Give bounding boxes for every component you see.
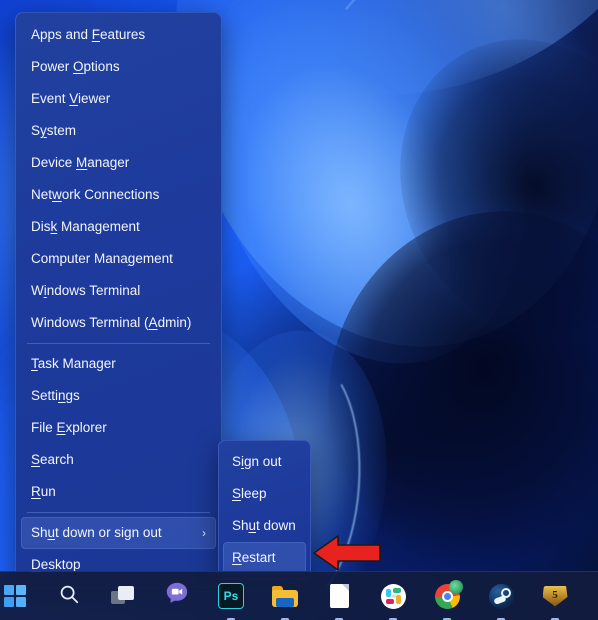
- chat-button[interactable]: [159, 578, 195, 614]
- menu-separator: [27, 343, 210, 344]
- menu-item-disk-management[interactable]: Disk Management: [21, 211, 216, 243]
- menu-item-label: Shut down or sign out: [31, 525, 162, 540]
- submenu-item-label: Sleep: [232, 486, 267, 501]
- edge-button[interactable]: [591, 578, 598, 614]
- menu-item-label: Network Connections: [31, 187, 160, 202]
- accelerator-key: u: [47, 525, 56, 540]
- menu-item-windows-terminal-admin[interactable]: Windows Terminal (Admin): [21, 307, 216, 339]
- menu-item-task-manager[interactable]: Task Manager: [21, 348, 216, 380]
- accelerator-key: R: [31, 484, 41, 499]
- submenu-item-sleep[interactable]: Sleep: [223, 478, 306, 510]
- menu-item-label: Event Viewer: [31, 91, 111, 106]
- accelerator-key: E: [56, 420, 66, 435]
- menu-item-label: Apps and Features: [31, 27, 146, 42]
- menu-item-label: Windows Terminal (Admin): [31, 315, 192, 330]
- menu-item-device-manager[interactable]: Device Manager: [21, 147, 216, 179]
- steam-icon: [488, 583, 514, 609]
- menu-item-search[interactable]: Search: [21, 444, 216, 476]
- menu-item-label: Search: [31, 452, 74, 467]
- menu-separator: [27, 512, 210, 513]
- menu-item-windows-terminal[interactable]: Windows Terminal: [21, 275, 216, 307]
- accelerator-key: w: [52, 187, 62, 202]
- taskbar-icon-strip: Ps 5: [0, 578, 598, 620]
- accelerator-key: O: [73, 59, 84, 74]
- win-x-power-user-menu[interactable]: Apps and Features Power Options Event View…: [15, 12, 222, 588]
- menu-item-label: System: [31, 123, 77, 138]
- submenu-item-shut-down[interactable]: Shut down: [223, 510, 306, 542]
- game-button[interactable]: 5: [537, 578, 573, 620]
- gold-badge-icon: 5: [542, 585, 568, 607]
- menu-item-system[interactable]: System: [21, 115, 216, 147]
- slack-button[interactable]: [375, 578, 411, 620]
- submenu-item-label: Shut down: [232, 518, 296, 533]
- accelerator-key: D: [31, 557, 41, 572]
- menu-item-run[interactable]: Run: [21, 476, 216, 508]
- accelerator-key: g: [127, 251, 136, 266]
- folder-icon: [272, 585, 298, 607]
- menu-item-computer-management[interactable]: Computer Management: [21, 243, 216, 275]
- accelerator-key: k: [50, 219, 58, 234]
- wallpaper-shadow: [352, 0, 598, 377]
- menu-item-label: Desktop: [31, 557, 81, 572]
- menu-item-label: File Explorer: [31, 420, 107, 435]
- wallpaper-ribbon-edge: [289, 0, 598, 363]
- accelerator-key: M: [76, 155, 88, 170]
- accelerator-key: n: [58, 388, 66, 403]
- document-icon: [329, 584, 349, 608]
- accelerator-key: S: [232, 486, 242, 501]
- submenu-item-label: Restart: [232, 550, 276, 565]
- search-icon: [58, 583, 80, 610]
- accelerator-key: i: [43, 283, 47, 298]
- chat-video-icon: [164, 581, 190, 612]
- windows-logo-icon: [4, 585, 26, 607]
- submenu-item-restart[interactable]: Restart: [223, 542, 306, 574]
- accelerator-key: T: [31, 356, 38, 371]
- menu-item-label: Windows Terminal: [31, 283, 141, 298]
- task-view-button[interactable]: [105, 578, 141, 614]
- taskbar[interactable]: Ps 5: [0, 571, 598, 620]
- accelerator-key: u: [248, 518, 257, 533]
- menu-item-event-viewer[interactable]: Event Viewer: [21, 83, 216, 115]
- red-arrow-annotation-icon: [313, 535, 381, 571]
- menu-item-shut-down-or-sign-out[interactable]: Shut down or sign out ›: [21, 517, 216, 549]
- accelerator-key: R: [232, 550, 242, 565]
- menu-item-label: Task Manager: [31, 356, 116, 371]
- steam-button[interactable]: [483, 578, 519, 620]
- shut-down-or-sign-out-submenu[interactable]: Sign out Sleep Shut down Restart: [218, 440, 311, 580]
- accelerator-key: V: [69, 91, 79, 106]
- slack-icon: [380, 583, 406, 609]
- accelerator-key: y: [40, 123, 47, 138]
- menu-item-label: Power Options: [31, 59, 120, 74]
- file-explorer-button[interactable]: [267, 578, 303, 620]
- menu-item-power-options[interactable]: Power Options: [21, 51, 216, 83]
- task-view-icon: [111, 586, 135, 606]
- menu-item-label: Run: [31, 484, 56, 499]
- menu-item-label: Device Manager: [31, 155, 130, 170]
- menu-item-settings[interactable]: Settings: [21, 380, 216, 412]
- photoshop-icon: Ps: [218, 583, 244, 609]
- accelerator-key: i: [241, 454, 245, 469]
- accelerator-key: F: [91, 27, 101, 42]
- chevron-right-icon: ›: [202, 526, 206, 540]
- chrome-button[interactable]: [429, 578, 465, 620]
- search-button[interactable]: [51, 578, 87, 614]
- menu-item-label: Computer Management: [31, 251, 173, 266]
- accelerator-key: A: [148, 315, 158, 330]
- menu-item-apps-and-features[interactable]: Apps and Features: [21, 19, 216, 51]
- photoshop-button[interactable]: Ps: [213, 578, 249, 620]
- chrome-icon: [434, 579, 463, 609]
- menu-item-label: Disk Management: [31, 219, 140, 234]
- wallpaper-ribbon-edge: [204, 0, 598, 368]
- menu-item-network-connections[interactable]: Network Connections: [21, 179, 216, 211]
- notepad-button[interactable]: [321, 578, 357, 620]
- windows-desktop-screen: Apps and Features Power Options Event View…: [0, 0, 598, 620]
- submenu-item-sign-out[interactable]: Sign out: [223, 446, 306, 478]
- wallpaper-ribbon-edge: [249, 0, 598, 352]
- menu-item-file-explorer[interactable]: File Explorer: [21, 412, 216, 444]
- start-button[interactable]: [0, 578, 33, 614]
- menu-item-label: Settings: [31, 388, 80, 403]
- submenu-item-label: Sign out: [232, 454, 282, 469]
- accelerator-key: S: [31, 452, 41, 467]
